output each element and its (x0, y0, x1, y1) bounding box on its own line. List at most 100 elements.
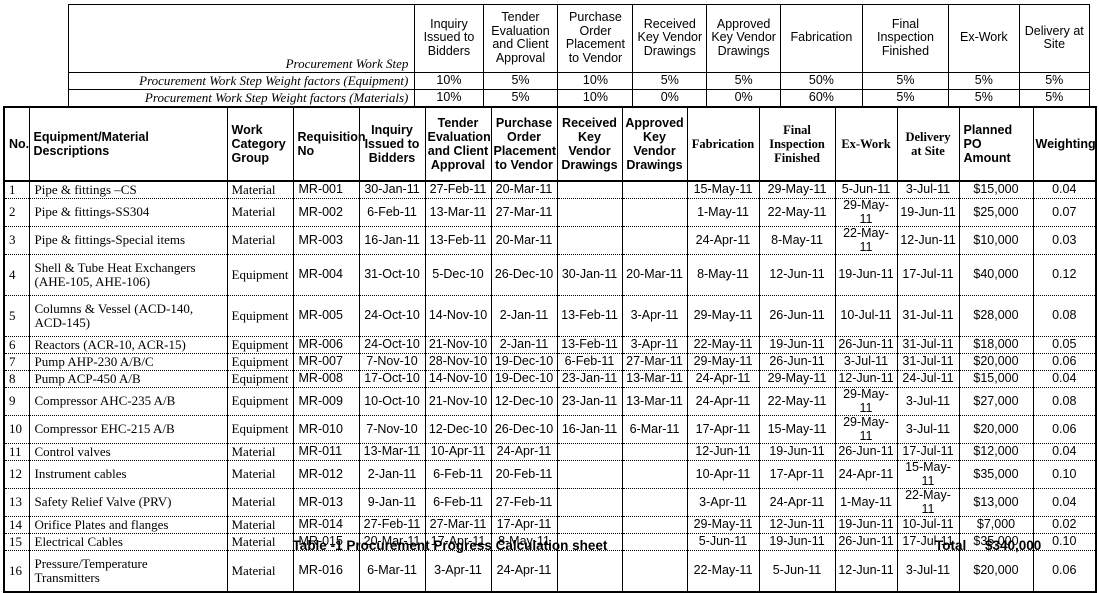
header-ex-work: Ex-Work (834, 106, 898, 182)
cell-delivery-at-site: 3-Jul-11 (896, 387, 960, 416)
cell-fabrication: 8-May-11 (686, 254, 760, 296)
cell-final-inspection: 22-May-11 (758, 387, 836, 416)
table-row[interactable]: 3 Pipe & fittings-Special items Material MR… (3, 226, 1097, 255)
wf-equipment-tender-evaluation: 5% (482, 72, 559, 90)
cell-ex-work: 3-Jul-11 (834, 353, 898, 371)
table-row[interactable]: 6 Reactors (ACR-10, ACR-15) Equipment MR-00… (3, 336, 1097, 354)
header-weighting: Weighting (1032, 106, 1097, 182)
cell-fabrication: 10-Apr-11 (686, 460, 760, 489)
cell-fabrication: 17-Apr-11 (686, 415, 760, 444)
cell-tender-evaluation: 21-Nov-10 (424, 336, 492, 354)
cell-approved-key-drawings (621, 180, 688, 199)
wf-materials-delivery-at-site: 5% (1018, 89, 1091, 107)
wf-col-fabrication: Fabrication (780, 4, 863, 73)
table-row[interactable]: 7 Pump AHP-230 A/B/C Equipment MR-007 7-Nov-… (3, 353, 1097, 371)
cell-received-key-drawings (556, 198, 623, 227)
cell-work-category-group: Material (226, 516, 294, 534)
table-row[interactable]: 12 Instrument cables Material MR-012 2-Jan-1… (3, 460, 1097, 489)
cell-fabrication: 29-May-11 (686, 295, 760, 337)
cell-fabrication: 24-Apr-11 (686, 370, 760, 388)
cell-final-inspection: 15-May-11 (758, 415, 836, 444)
cell-work-category-group: Material (226, 180, 294, 199)
wf-equipment-received-drawings: 5% (632, 72, 708, 90)
cell-requisition-no: MR-009 (292, 387, 360, 416)
cell-final-inspection: 29-May-11 (758, 180, 836, 199)
cell-delivery-at-site: 10-Jul-11 (896, 516, 960, 534)
table-row[interactable]: 2 Pipe & fittings-SS304 Material MR-002 6-Fe… (3, 198, 1097, 227)
wf-col-po-placement: Purchase Order Placement to Vendor (557, 4, 634, 73)
cell-approved-key-drawings: 3-Apr-11 (621, 295, 688, 337)
header-work-category-group: Work Category Group (226, 106, 294, 182)
cell-description: Compressor EHC-215 A/B (28, 415, 228, 444)
table-row[interactable]: 8 Pump ACP-450 A/B Equipment MR-008 17-Oct-1… (3, 370, 1097, 388)
wf-equipment-fabrication: 50% (780, 72, 863, 90)
table-row[interactable]: 1 Pipe & fittings –CS Material MR-001 30-Jan… (3, 180, 1097, 199)
cell-weighting: 0.03 (1032, 226, 1097, 255)
cell-received-key-drawings: 13-Feb-11 (556, 295, 623, 337)
cell-weighting: 0.06 (1032, 353, 1097, 371)
cell-planned-po-amount: $15,000 (958, 370, 1034, 388)
cell-approved-key-drawings: 27-Mar-11 (621, 353, 688, 371)
cell-work-category-group: Equipment (226, 387, 294, 416)
wf-materials-fabrication: 60% (780, 89, 863, 107)
cell-work-category-group: Material (226, 443, 294, 461)
cell-tender-evaluation: 28-Nov-10 (424, 353, 492, 371)
cell-ex-work: 5-Jun-11 (834, 180, 898, 199)
cell-received-key-drawings: 13-Feb-11 (556, 336, 623, 354)
cell-description: Safety Relief Valve (PRV) (28, 488, 228, 517)
cell-no: 5 (3, 295, 30, 337)
cell-ex-work: 29-May-11 (834, 198, 898, 227)
cell-tender-evaluation: 14-Nov-10 (424, 370, 492, 388)
wf-materials-ex-work: 5% (948, 89, 1020, 107)
cell-description: Control valves (28, 443, 228, 461)
weight-factor-table: Procurement Work Step Inquiry Issued to … (67, 4, 1091, 107)
wf-materials-po-placement: 10% (557, 89, 634, 107)
cell-planned-po-amount: $25,000 (958, 198, 1034, 227)
cell-no: 13 (3, 488, 30, 517)
cell-approved-key-drawings (621, 226, 688, 255)
cell-fabrication: 24-Apr-11 (686, 387, 760, 416)
cell-delivery-at-site: 17-Jul-11 (896, 254, 960, 296)
procurement-progress-sheet: Procurement Work Step Inquiry Issued to … (0, 0, 1099, 593)
wf-materials-tender-evaluation: 5% (482, 89, 559, 107)
header-inquiry-issued: Inquiry Issued to Bidders (358, 106, 426, 182)
cell-po-placement: 12-Dec-10 (490, 387, 558, 416)
cell-fabrication: 1-May-11 (686, 198, 760, 227)
cell-po-placement: 26-Dec-10 (490, 415, 558, 444)
cell-po-placement: 26-Dec-10 (490, 254, 558, 296)
cell-tender-evaluation: 5-Dec-10 (424, 254, 492, 296)
cell-final-inspection: 26-Jun-11 (758, 353, 836, 371)
cell-work-category-group: Equipment (226, 254, 294, 296)
table-row[interactable]: 5 Columns & Vessel (ACD-140, ACD-145) Equip… (3, 295, 1097, 337)
cell-received-key-drawings (556, 180, 623, 199)
cell-approved-key-drawings: 6-Mar-11 (621, 415, 688, 444)
table-row[interactable]: 10 Compressor EHC-215 A/B Equipment MR-010 7… (3, 415, 1097, 444)
cell-approved-key-drawings: 13-Mar-11 (621, 387, 688, 416)
weight-factor-row-materials: Procurement Work Step Weight factors (Ma… (67, 89, 1091, 107)
cell-work-category-group: Equipment (226, 295, 294, 337)
table-row[interactable]: 4 Shell & Tube Heat Exchangers (AHE-105, A… (3, 254, 1097, 296)
cell-delivery-at-site: 17-Jul-11 (896, 443, 960, 461)
cell-fabrication: 29-May-11 (686, 516, 760, 534)
table-row[interactable]: 14 Orifice Plates and flanges Material MR-0… (3, 516, 1097, 534)
cell-delivery-at-site: 31-Jul-11 (896, 295, 960, 337)
cell-received-key-drawings: 6-Feb-11 (556, 353, 623, 371)
cell-inquiry-issued: 9-Jan-11 (358, 488, 426, 517)
table-row[interactable]: 11 Control valves Material MR-011 13-Mar-11 1… (3, 443, 1097, 461)
cell-approved-key-drawings (621, 488, 688, 517)
cell-planned-po-amount: $40,000 (958, 254, 1034, 296)
cell-tender-evaluation: 6-Feb-11 (424, 488, 492, 517)
cell-weighting: 0.04 (1032, 443, 1097, 461)
table-row[interactable]: 9 Compressor AHC-235 A/B Equipment MR-009 10… (3, 387, 1097, 416)
cell-description: Pipe & fittings-Special items (28, 226, 228, 255)
header-description: Equipment/Material Descriptions (28, 106, 228, 182)
cell-no: 11 (3, 443, 30, 461)
cell-tender-evaluation: 13-Feb-11 (424, 226, 492, 255)
table-row[interactable]: 13 Safety Relief Valve (PRV) Material MR-01… (3, 488, 1097, 517)
cell-delivery-at-site: 24-Jul-11 (896, 370, 960, 388)
cell-final-inspection: 19-Jun-11 (758, 443, 836, 461)
cell-ex-work: 19-Jun-11 (834, 254, 898, 296)
wf-col-final-inspection: Final Inspection Finished (861, 4, 950, 73)
cell-inquiry-issued: 7-Nov-10 (358, 415, 426, 444)
wf-materials-approved-drawings: 0% (706, 89, 782, 107)
